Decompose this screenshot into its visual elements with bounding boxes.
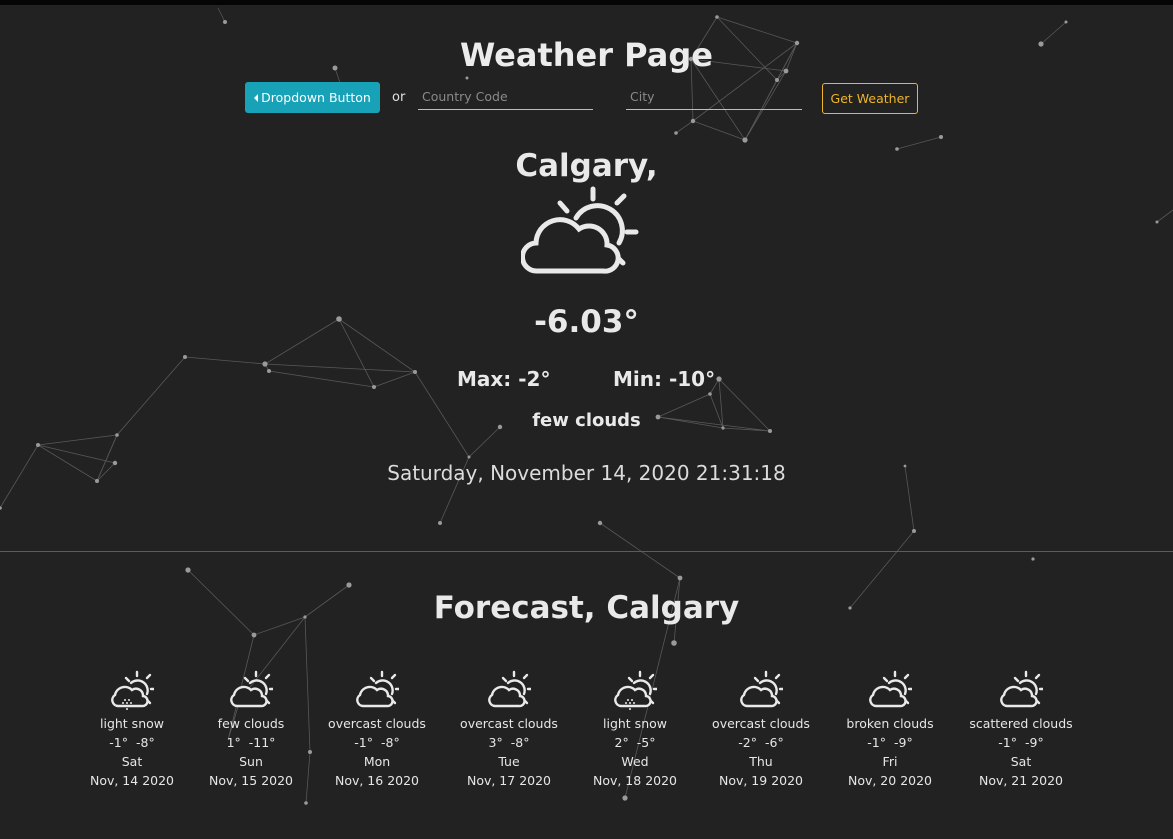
forecast-min: -11° bbox=[248, 735, 276, 750]
forecast-title: Forecast, Calgary bbox=[433, 590, 740, 626]
forecast-description: overcast clouds bbox=[712, 716, 810, 731]
forecast-max: -2° bbox=[738, 735, 757, 750]
forecast-date: Nov, 19 2020 bbox=[718, 773, 804, 788]
forecast-min: -8° bbox=[510, 735, 530, 750]
forecast-date: Nov, 21 2020 bbox=[978, 773, 1064, 788]
partly-cloudy-icon bbox=[740, 670, 783, 708]
partly-cloudy-icon bbox=[356, 670, 399, 708]
country-code-input[interactable] bbox=[418, 84, 593, 110]
weather-description: few clouds bbox=[532, 410, 641, 431]
forecast-temps: 3° -8° bbox=[439, 733, 579, 752]
forecast-card: broken clouds -1° -9° Fri Nov, 20 2020 bbox=[820, 670, 960, 790]
or-label: or bbox=[392, 90, 406, 105]
forecast-card: overcast clouds 3° -8° Tue Nov, 17 2020 bbox=[439, 670, 579, 790]
section-divider bbox=[0, 551, 1173, 552]
forecast-date: Nov, 15 2020 bbox=[208, 773, 294, 788]
snow-sun-icon bbox=[111, 670, 154, 710]
current-temperature: -6.03° bbox=[534, 304, 639, 340]
partly-cloudy-icon bbox=[230, 670, 273, 708]
snow-sun-icon bbox=[614, 670, 657, 710]
forecast-date: Nov, 16 2020 bbox=[334, 773, 420, 788]
forecast-card: few clouds 1° -11° Sun Nov, 15 2020 bbox=[181, 670, 321, 790]
forecast-min: -8° bbox=[381, 735, 400, 750]
partly-cloudy-icon bbox=[488, 670, 531, 708]
forecast-temps: -1° -9° bbox=[820, 733, 960, 752]
forecast-date: Nov, 18 2020 bbox=[592, 773, 678, 788]
forecast-description: light snow bbox=[603, 716, 667, 731]
forecast-day: Fri bbox=[882, 754, 898, 769]
partly-cloudy-icon bbox=[869, 670, 912, 708]
forecast-max: -1° bbox=[998, 735, 1017, 750]
forecast-max: -1° bbox=[109, 735, 128, 750]
forecast-min: -6° bbox=[765, 735, 784, 750]
forecast-max: 2° bbox=[614, 735, 629, 750]
min-temperature: Min: -10° bbox=[613, 367, 716, 391]
forecast-day: Sat bbox=[1010, 754, 1032, 769]
forecast-temps: -1° -9° bbox=[951, 733, 1091, 752]
forecast-min: -9° bbox=[894, 735, 913, 750]
page-title: Weather Page bbox=[460, 36, 713, 74]
forecast-date: Nov, 20 2020 bbox=[847, 773, 933, 788]
search-form: Dropdown Button or Get Weather bbox=[0, 82, 1173, 114]
current-datetime: Saturday, November 14, 2020 21:31:18 bbox=[387, 461, 786, 485]
dropdown-button-label: Dropdown Button bbox=[261, 90, 371, 105]
forecast-card: scattered clouds -1° -9° Sat Nov, 21 2020 bbox=[951, 670, 1091, 790]
forecast-description: broken clouds bbox=[846, 716, 934, 731]
forecast-temps: 1° -11° bbox=[181, 733, 321, 752]
dropdown-button[interactable]: Dropdown Button bbox=[245, 82, 380, 113]
forecast-day: Mon bbox=[363, 754, 391, 769]
forecast-day: Tue bbox=[498, 754, 520, 769]
forecast-card: light snow 2° -5° Wed Nov, 18 2020 bbox=[565, 670, 705, 790]
caret-left-icon bbox=[254, 93, 259, 102]
forecast-max: -1° bbox=[354, 735, 373, 750]
forecast-card: overcast clouds -1° -8° Mon Nov, 16 2020 bbox=[307, 670, 447, 790]
forecast-temps: -1° -8° bbox=[307, 733, 447, 752]
forecast-min: -5° bbox=[636, 735, 656, 750]
forecast-card: overcast clouds -2° -6° Thu Nov, 19 2020 bbox=[691, 670, 831, 790]
forecast-day: Wed bbox=[621, 754, 649, 769]
get-weather-button[interactable]: Get Weather bbox=[822, 83, 918, 114]
forecast-temps: 2° -5° bbox=[565, 733, 705, 752]
forecast-day: Thu bbox=[749, 754, 773, 769]
max-temperature: Max: -2° bbox=[457, 367, 551, 391]
current-city: Calgary, bbox=[515, 148, 658, 184]
forecast-description: overcast clouds bbox=[460, 716, 558, 731]
forecast-date: Nov, 17 2020 bbox=[466, 773, 552, 788]
forecast-description: overcast clouds bbox=[328, 716, 426, 731]
forecast-min: -9° bbox=[1025, 735, 1044, 750]
forecast-description: few clouds bbox=[217, 716, 285, 731]
forecast-description: scattered clouds bbox=[969, 716, 1073, 731]
city-input[interactable] bbox=[626, 84, 802, 110]
partly-cloudy-icon bbox=[521, 186, 639, 274]
forecast-max: 1° bbox=[226, 735, 241, 750]
forecast-temps: -2° -6° bbox=[691, 733, 831, 752]
forecast-min: -8° bbox=[136, 735, 155, 750]
forecast-day: Sun bbox=[239, 754, 263, 769]
forecast-max: -1° bbox=[867, 735, 886, 750]
forecast-max: 3° bbox=[488, 735, 503, 750]
partly-cloudy-icon bbox=[1000, 670, 1043, 708]
